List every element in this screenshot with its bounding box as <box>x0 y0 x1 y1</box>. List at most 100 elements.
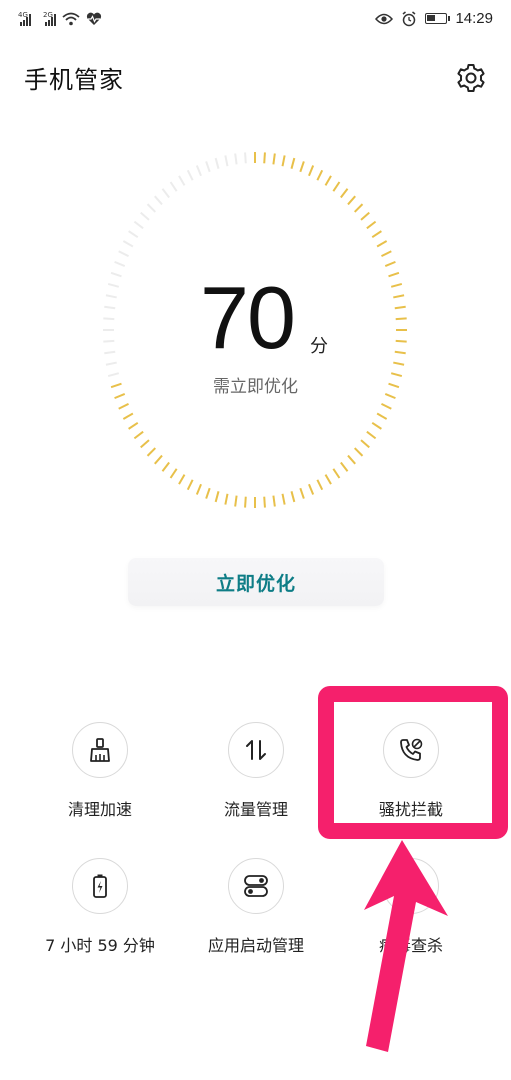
battery-charging-icon-circle <box>72 858 128 914</box>
alarm-icon <box>402 10 416 26</box>
score-tick <box>118 402 129 410</box>
score-tick <box>103 339 115 343</box>
sim2-network-tag: 2G <box>43 11 53 19</box>
score-tick <box>169 468 178 479</box>
score-tick <box>146 447 157 457</box>
score-tick <box>299 161 305 173</box>
score-tick <box>360 439 370 449</box>
tool-battery[interactable]: 7 小时 59 分钟 <box>25 858 175 956</box>
score-tick <box>281 493 286 505</box>
score-tick <box>376 412 388 420</box>
tool-label: 流量管理 <box>223 800 288 819</box>
score-tick <box>104 305 116 310</box>
score-tick <box>347 454 356 465</box>
score-value: 70 <box>200 268 296 367</box>
score-tick <box>244 152 247 164</box>
score-tick <box>140 211 150 221</box>
score-tick <box>107 282 120 288</box>
score-tick <box>103 317 115 321</box>
annotation-arrow-icon <box>364 840 448 1052</box>
score-tick <box>161 188 170 199</box>
score-tick <box>371 421 382 430</box>
score-tick <box>234 153 238 165</box>
score-tick <box>394 305 406 310</box>
toggle-switches-icon-circle <box>228 858 284 914</box>
score-tick <box>186 479 194 491</box>
tool-clean-speedup[interactable]: 清理加速 <box>25 722 175 820</box>
data-transfer-icon-circle <box>228 722 284 778</box>
data-transfer-icon <box>246 740 266 760</box>
score-tick <box>393 294 405 299</box>
score-status: 需立即优化 <box>213 377 298 397</box>
score-tick <box>263 152 266 164</box>
toggle-switches-icon <box>244 875 268 897</box>
score-tick <box>122 412 134 420</box>
score-tick <box>395 317 407 321</box>
tool-label: 应用启动管理 <box>207 936 304 955</box>
score-tick <box>128 421 139 430</box>
score-tick <box>381 250 392 258</box>
tool-app-launch-management[interactable]: 应用启动管理 <box>181 858 331 956</box>
score-tick <box>308 165 315 177</box>
signal-icon: 2G <box>43 11 56 26</box>
score-tick <box>133 430 144 440</box>
eye-icon <box>375 13 394 24</box>
score-tick <box>360 211 370 221</box>
score-tick <box>272 153 276 165</box>
tool-data-management[interactable]: 流量管理 <box>181 722 331 820</box>
score-tick <box>105 361 117 366</box>
score-tick <box>169 181 178 192</box>
score-tick <box>186 169 194 181</box>
status-bar: 4G 2G 14:29 <box>0 0 511 42</box>
score-tick <box>371 230 382 239</box>
score-tick <box>332 468 341 479</box>
score-tick <box>395 339 407 343</box>
tool-label: 7 小时 59 分钟 <box>45 936 155 955</box>
status-left-group: 4G 2G <box>18 11 102 26</box>
score-tick <box>384 260 396 268</box>
score-tick <box>195 165 202 177</box>
score-tick <box>224 155 229 167</box>
score-tick <box>381 402 392 410</box>
score-tick <box>146 203 157 213</box>
status-right-group: 14:29 <box>375 10 493 27</box>
score-tick <box>272 495 276 507</box>
score-tick <box>308 483 315 495</box>
battery-charging-icon <box>93 874 107 898</box>
score-tick <box>366 430 377 440</box>
score-tick <box>316 169 324 181</box>
score-tick <box>205 487 211 499</box>
sim1-network-tag: 4G <box>18 11 28 19</box>
score-tick <box>332 181 341 192</box>
score-tick <box>122 240 134 248</box>
score-tick <box>340 461 349 472</box>
battery-icon <box>425 13 451 24</box>
score-tick <box>118 250 129 258</box>
score-tick <box>244 496 247 508</box>
broom-icon-circle <box>72 722 128 778</box>
score-tick <box>263 496 266 508</box>
score-tick <box>366 220 377 230</box>
broom-icon <box>90 738 110 762</box>
score-tick <box>234 495 238 507</box>
gear-icon[interactable] <box>455 62 487 94</box>
score-tick <box>394 350 406 355</box>
score-tick <box>390 282 403 288</box>
score-tick <box>178 474 186 485</box>
heart-rate-icon <box>86 12 102 25</box>
optimize-now-button[interactable]: 立即优化 <box>128 558 384 606</box>
score-tick <box>154 454 163 465</box>
tool-label: 清理加速 <box>67 800 132 819</box>
score-tick <box>214 157 220 169</box>
score-tick <box>353 447 364 457</box>
score-tick <box>128 230 139 239</box>
score-tick <box>110 271 122 278</box>
score-tick <box>347 195 356 206</box>
score-tick <box>290 157 296 169</box>
annotation-highlight-box <box>318 686 508 839</box>
score-tick <box>290 491 296 503</box>
score-tick <box>316 479 324 491</box>
score-tick <box>281 155 286 167</box>
score-tick <box>224 493 229 505</box>
score-tick <box>154 195 163 206</box>
